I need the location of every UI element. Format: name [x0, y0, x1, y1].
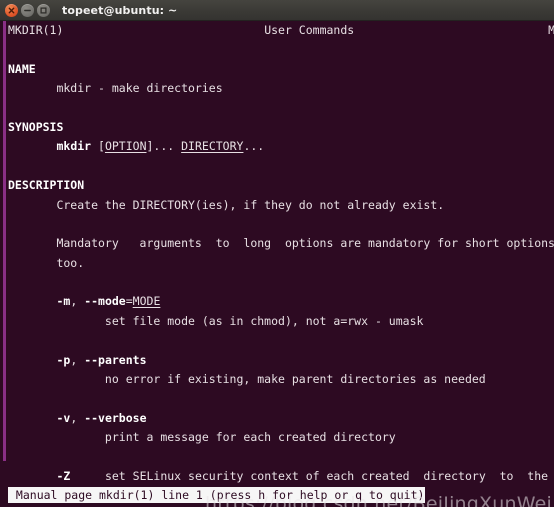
terminal-line: mkdir - make directories	[8, 81, 223, 96]
terminal-line: -m, --mode=MODE	[56, 294, 161, 309]
terminal-line: print a message for each created directo…	[8, 430, 396, 445]
terminal-line: no error if existing, make parent direct…	[8, 372, 486, 387]
terminal-line: DESCRIPTION	[8, 178, 85, 193]
terminal-window: topeet@ubuntu: ~ MKDIR(1) User Commands …	[0, 0, 554, 507]
terminal-scrollbar[interactable]	[0, 21, 8, 507]
terminal-line: too.	[8, 255, 85, 270]
terminal-line: -v, --verbose	[56, 410, 147, 425]
maximize-icon[interactable]	[37, 3, 50, 17]
terminal-line: -p, --parents	[56, 352, 147, 367]
minimize-icon[interactable]	[21, 3, 34, 17]
terminal-line: SYNOPSIS	[8, 119, 64, 134]
terminal-line: NAME	[8, 61, 36, 76]
pager-status-bar: Manual page mkdir(1) line 1 (press h for…	[8, 487, 426, 503]
terminal-line: -Z set SELinux security context of each …	[56, 468, 549, 483]
window-titlebar: topeet@ubuntu: ~	[0, 0, 554, 21]
window-title: topeet@ubuntu: ~	[62, 3, 178, 17]
scrollbar-thumb[interactable]	[3, 21, 6, 461]
terminal-line: set file mode (as in chmod), not a=rwx -…	[8, 313, 424, 328]
terminal-line: Mandatory arguments to long options are …	[8, 236, 554, 251]
terminal-line: MKDIR(1) User Commands MKDIR(1)	[8, 23, 554, 37]
terminal-line: mkdir [OPTION]... DIRECTORY...	[56, 139, 265, 154]
window-controls	[5, 3, 50, 17]
close-icon[interactable]	[5, 3, 18, 17]
terminal-body[interactable]: MKDIR(1) User Commands MKDIR(1) NAME mkd…	[0, 21, 554, 507]
man-page-content: MKDIR(1) User Commands MKDIR(1) NAME mkd…	[8, 21, 554, 507]
terminal-line: Create the DIRECTORY(ies), if they do no…	[8, 197, 445, 212]
